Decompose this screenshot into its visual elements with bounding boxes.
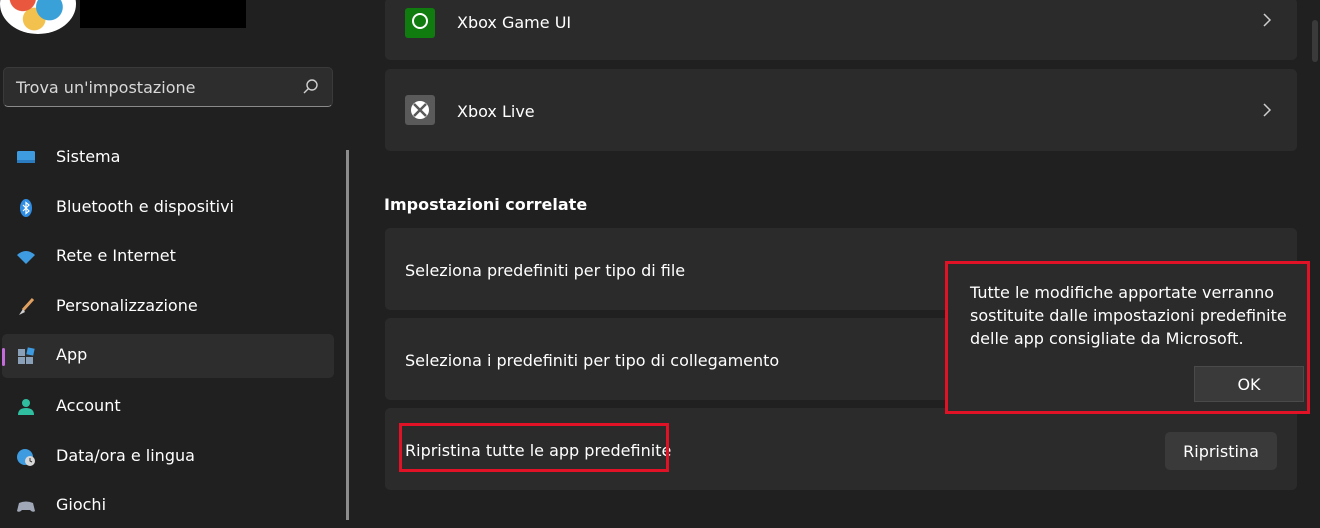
search-placeholder: Trova un'impostazione bbox=[16, 78, 196, 97]
app-title: Xbox Live bbox=[457, 102, 535, 121]
sidebar-item-label: Sistema bbox=[56, 147, 121, 166]
wifi-icon bbox=[17, 251, 35, 264]
sidebar-item-bluetooth[interactable]: Bluetooth e dispositivi bbox=[2, 186, 334, 230]
search-icon[interactable] bbox=[302, 78, 320, 96]
sidebar-item-label: Bluetooth e dispositivi bbox=[56, 197, 234, 216]
bluetooth-icon bbox=[20, 199, 32, 217]
main-scrollbar[interactable] bbox=[1312, 20, 1318, 62]
redacted-username bbox=[80, 0, 246, 28]
sidebar-item-label: Data/ora e lingua bbox=[56, 446, 195, 465]
sidebar-item-personalizzazione[interactable]: Personalizzazione bbox=[2, 285, 334, 329]
selection-indicator bbox=[2, 348, 5, 366]
section-heading: Impostazioni correlate bbox=[384, 195, 588, 214]
chevron-right-icon bbox=[1263, 13, 1272, 27]
search-input[interactable]: Trova un'impostazione bbox=[3, 67, 333, 107]
person-icon bbox=[18, 399, 34, 415]
sidebar-item-label: Rete e Internet bbox=[56, 246, 176, 265]
apps-icon bbox=[18, 347, 35, 364]
highlight-box-popup bbox=[945, 261, 1310, 414]
reset-button[interactable]: Ripristina bbox=[1165, 432, 1277, 470]
brush-icon bbox=[19, 297, 35, 315]
related-title: Seleziona predefiniti per tipo di file bbox=[405, 261, 686, 280]
globe-clock-icon bbox=[17, 449, 35, 466]
app-card-xbox-live[interactable]: Xbox Live bbox=[385, 69, 1297, 151]
app-title: Xbox Game UI bbox=[457, 13, 572, 32]
sidebar-item-data-ora[interactable]: Data/ora e lingua bbox=[2, 435, 334, 479]
sidebar-item-account[interactable]: Account bbox=[2, 385, 334, 429]
sidebar-item-rete[interactable]: Rete e Internet bbox=[2, 235, 334, 279]
xbox-live-icon bbox=[405, 95, 435, 125]
user-avatar[interactable] bbox=[0, 0, 76, 34]
sidebar-item-sistema[interactable]: Sistema bbox=[2, 136, 334, 180]
gamepad-icon bbox=[17, 501, 35, 512]
sidebar-item-label: Account bbox=[56, 396, 121, 415]
sidebar-item-label: Personalizzazione bbox=[56, 296, 198, 315]
sidebar-item-app[interactable]: App bbox=[2, 334, 334, 378]
sidebar-scrollbar[interactable] bbox=[346, 150, 349, 520]
xbox-game-ui-icon bbox=[405, 8, 435, 38]
chevron-right-icon bbox=[1263, 103, 1272, 117]
highlight-box-reset bbox=[399, 423, 669, 472]
sidebar-item-giochi[interactable]: Giochi bbox=[2, 484, 334, 528]
sidebar-item-label: App bbox=[56, 345, 88, 364]
related-title: Seleziona i predefiniti per tipo di coll… bbox=[405, 351, 780, 370]
app-card-xbox-game-ui[interactable]: Xbox Game UI bbox=[385, 0, 1297, 60]
sidebar-item-label: Giochi bbox=[56, 495, 107, 514]
monitor-icon bbox=[17, 151, 35, 163]
